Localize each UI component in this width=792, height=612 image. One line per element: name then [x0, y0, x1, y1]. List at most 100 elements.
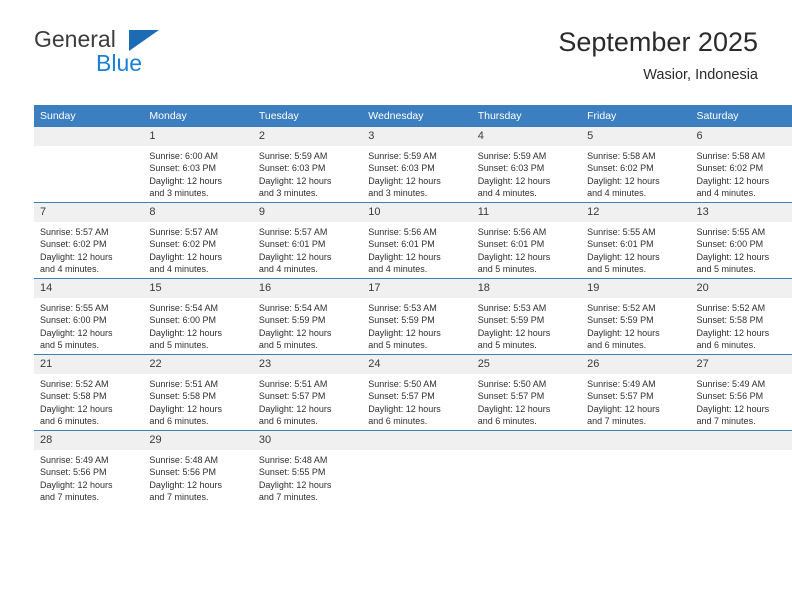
day-number: 14: [34, 279, 144, 298]
generalblue-logo[interactable]: General Blue: [34, 26, 234, 84]
daylight-text-line1: Daylight: 12 hours: [258, 251, 332, 262]
calendar-day-cell[interactable]: 2 Sunrise: 5:59 AM Sunset: 6:03 PM Daylight…: [252, 127, 363, 203]
day-number: 5: [581, 127, 691, 146]
calendar-week-row: 28 Sunrise: 5:49 AM Sunset: 5:56 PM Dayligh…: [34, 430, 792, 506]
calendar-day-cell[interactable]: 8 Sunrise: 5:57 AM Sunset: 6:02 PM Daylight…: [143, 202, 253, 279]
calendar-day-cell[interactable]: 19 Sunrise: 5:52 AM Sunset: 5:59 PM Dayligh…: [581, 278, 691, 355]
daylight-text-line1: Daylight: 12 hours: [149, 403, 222, 414]
calendar-day-cell[interactable]: 22 Sunrise: 5:51 AM Sunset: 5:58 PM Dayligh…: [143, 354, 253, 431]
day-number: 3: [362, 127, 472, 146]
sunrise-text: Sunrise: 5:51 AM: [149, 379, 218, 389]
daylight-text-line2: and 7 minutes.: [696, 416, 756, 427]
day-number: 27: [690, 355, 792, 374]
daylight-text-line1: Daylight: 12 hours: [258, 403, 332, 414]
calendar-day-cell[interactable]: 14 Sunrise: 5:55 AM Sunset: 6:00 PM Dayligh…: [34, 278, 144, 355]
calendar-day-cell[interactable]: 1 Sunrise: 6:00 AM Sunset: 6:03 PM Daylight…: [143, 127, 253, 203]
weekday-header-monday: Monday: [143, 105, 253, 127]
sunset-text: Sunset: 6:02 PM: [149, 239, 216, 250]
calendar-day-cell[interactable]: 15 Sunrise: 5:54 AM Sunset: 6:00 PM Dayligh…: [143, 278, 253, 355]
daylight-text-line2: and 4 minutes.: [696, 188, 756, 199]
sunrise-text: Sunrise: 5:53 AM: [368, 303, 437, 313]
daylight-text-line2: and 4 minutes.: [368, 264, 428, 275]
daylight-text-line1: Daylight: 12 hours: [587, 251, 660, 262]
sunset-text: Sunset: 5:56 PM: [149, 467, 216, 478]
daylight-text-line2: and 5 minutes.: [149, 340, 209, 351]
calendar-day-cell[interactable]: 27 Sunrise: 5:49 AM Sunset: 5:56 PM Dayligh…: [690, 354, 792, 431]
day-number: 23: [252, 355, 363, 374]
title-block: September 2025 Wasior, Indonesia: [558, 26, 758, 85]
daylight-text-line1: Daylight: 12 hours: [149, 251, 222, 262]
calendar-day-cell[interactable]: 5 Sunrise: 5:58 AM Sunset: 6:02 PM Daylight…: [581, 127, 691, 203]
weekday-header-wednesday: Wednesday: [362, 105, 472, 127]
calendar-day-cell[interactable]: 28 Sunrise: 5:49 AM Sunset: 5:56 PM Dayligh…: [34, 430, 144, 506]
sunset-text: Sunset: 5:58 PM: [149, 391, 216, 402]
daylight-text-line1: Daylight: 12 hours: [258, 479, 332, 490]
daylight-text-line1: Daylight: 12 hours: [587, 403, 660, 414]
calendar-day-cell[interactable]: 30 Sunrise: 5:48 AM Sunset: 5:55 PM Dayligh…: [252, 430, 363, 506]
calendar-cell-empty: [690, 430, 792, 506]
daylight-text-line1: Daylight: 12 hours: [368, 327, 441, 338]
calendar-day-cell[interactable]: 7 Sunrise: 5:57 AM Sunset: 6:02 PM Daylight…: [34, 202, 144, 279]
daylight-text-line1: Daylight: 12 hours: [368, 251, 441, 262]
daylight-text-line2: and 6 minutes.: [696, 340, 756, 351]
daylight-text-line2: and 7 minutes.: [587, 416, 647, 427]
daylight-text-line1: Daylight: 12 hours: [477, 251, 551, 262]
daylight-text-line2: and 6 minutes.: [149, 416, 209, 427]
day-number: 19: [581, 279, 691, 298]
day-number: 13: [690, 203, 792, 222]
calendar-day-cell[interactable]: 11 Sunrise: 5:56 AM Sunset: 6:01 PM Dayligh…: [471, 202, 582, 279]
calendar-day-cell[interactable]: 12 Sunrise: 5:55 AM Sunset: 6:01 PM Dayligh…: [581, 202, 691, 279]
sunrise-text: Sunrise: 5:49 AM: [696, 379, 766, 389]
day-details: Sunrise: 5:57 AM Sunset: 6:02 PM Daylight:…: [143, 222, 252, 276]
day-number: 17: [362, 279, 472, 298]
day-number: 6: [690, 127, 792, 146]
calendar-day-cell[interactable]: 25 Sunrise: 5:50 AM Sunset: 5:57 PM Dayligh…: [471, 354, 582, 431]
calendar-day-cell[interactable]: 3 Sunrise: 5:59 AM Sunset: 6:03 PM Daylight…: [362, 127, 472, 203]
day-number: [690, 431, 792, 450]
day-number: 1: [143, 127, 253, 146]
sunset-text: Sunset: 6:01 PM: [477, 239, 545, 250]
day-details: Sunrise: 5:56 AM Sunset: 6:01 PM Daylight:…: [472, 222, 581, 276]
daylight-text-line2: and 4 minutes.: [477, 188, 537, 199]
day-number: 22: [143, 355, 253, 374]
sunset-text: Sunset: 6:03 PM: [149, 163, 216, 174]
daylight-text-line2: and 4 minutes.: [587, 188, 647, 199]
calendar-day-cell[interactable]: 17 Sunrise: 5:53 AM Sunset: 5:59 PM Dayligh…: [362, 278, 472, 355]
sunset-text: Sunset: 5:58 PM: [40, 391, 107, 402]
daylight-text-line2: and 4 minutes.: [40, 264, 100, 275]
sunrise-text: Sunrise: 5:49 AM: [587, 379, 656, 389]
calendar-day-cell[interactable]: 13 Sunrise: 5:55 AM Sunset: 6:00 PM Dayligh…: [690, 202, 792, 279]
calendar-day-cell[interactable]: 6 Sunrise: 5:58 AM Sunset: 6:02 PM Daylight…: [690, 127, 792, 203]
calendar-day-cell[interactable]: 10 Sunrise: 5:56 AM Sunset: 6:01 PM Dayligh…: [362, 202, 472, 279]
day-details: Sunrise: 5:54 AM Sunset: 5:59 PM Daylight:…: [253, 298, 362, 352]
calendar-day-cell[interactable]: 23 Sunrise: 5:51 AM Sunset: 5:57 PM Dayligh…: [252, 354, 363, 431]
sunset-text: Sunset: 6:03 PM: [258, 163, 326, 174]
sunrise-text: Sunrise: 5:57 AM: [258, 227, 328, 237]
day-details: Sunrise: 5:55 AM Sunset: 6:00 PM Daylight:…: [34, 298, 143, 352]
daylight-text-line2: and 3 minutes.: [368, 188, 428, 199]
sunset-text: Sunset: 5:57 PM: [587, 391, 654, 402]
daylight-text-line1: Daylight: 12 hours: [368, 403, 441, 414]
sunset-text: Sunset: 5:58 PM: [696, 315, 764, 326]
day-number: [581, 431, 691, 450]
calendar-day-cell[interactable]: 21 Sunrise: 5:52 AM Sunset: 5:58 PM Dayligh…: [34, 354, 144, 431]
calendar-day-cell[interactable]: 16 Sunrise: 5:54 AM Sunset: 5:59 PM Dayligh…: [252, 278, 363, 355]
calendar-day-cell[interactable]: 24 Sunrise: 5:50 AM Sunset: 5:57 PM Dayligh…: [362, 354, 472, 431]
daylight-text-line1: Daylight: 12 hours: [258, 175, 332, 186]
sunrise-text: Sunrise: 5:52 AM: [696, 303, 766, 313]
sunrise-text: Sunrise: 5:48 AM: [258, 455, 328, 465]
sunrise-text: Sunrise: 5:55 AM: [587, 227, 656, 237]
day-details: Sunrise: 5:59 AM Sunset: 6:03 PM Daylight:…: [253, 146, 362, 200]
daylight-text-line1: Daylight: 12 hours: [477, 327, 551, 338]
daylight-text-line1: Daylight: 12 hours: [40, 251, 113, 262]
weekday-header-sunday: Sunday: [34, 105, 144, 127]
calendar-day-cell[interactable]: 26 Sunrise: 5:49 AM Sunset: 5:57 PM Dayligh…: [581, 354, 691, 431]
calendar-day-cell[interactable]: 9 Sunrise: 5:57 AM Sunset: 6:01 PM Daylight…: [252, 202, 363, 279]
sunrise-text: Sunrise: 5:50 AM: [477, 379, 547, 389]
day-number: 4: [471, 127, 582, 146]
calendar-day-cell[interactable]: 29 Sunrise: 5:48 AM Sunset: 5:56 PM Dayligh…: [143, 430, 253, 506]
calendar-day-cell[interactable]: 4 Sunrise: 5:59 AM Sunset: 6:03 PM Daylight…: [471, 127, 582, 203]
calendar-day-cell[interactable]: 18 Sunrise: 5:53 AM Sunset: 5:59 PM Dayligh…: [471, 278, 582, 355]
calendar-cell-empty: [34, 127, 144, 203]
calendar-day-cell[interactable]: 20 Sunrise: 5:52 AM Sunset: 5:58 PM Dayligh…: [690, 278, 792, 355]
